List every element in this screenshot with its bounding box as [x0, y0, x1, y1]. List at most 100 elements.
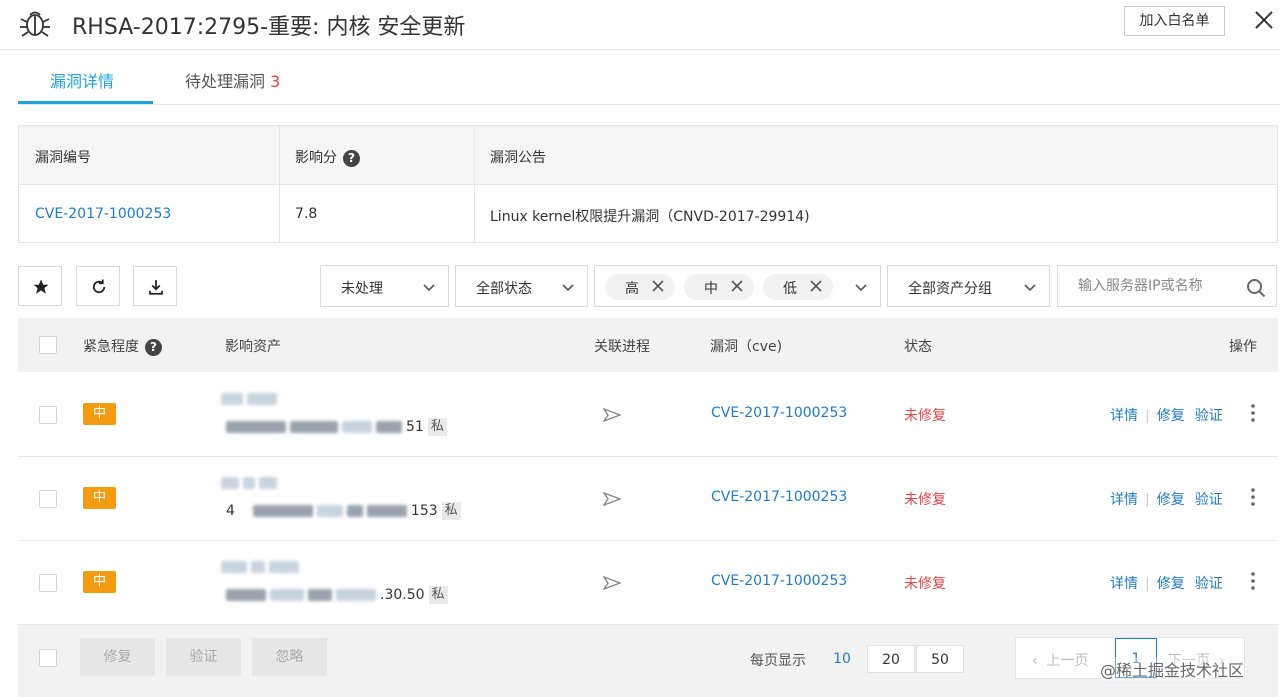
star-icon: [33, 279, 49, 294]
row-ops: 详情 | 修复 验证: [1110, 489, 1223, 509]
dialog-title: RHSA-2017:2795-重要: 内核 安全更新: [72, 15, 466, 40]
private-ip-badge: 私: [428, 586, 448, 604]
search-icon[interactable]: [1246, 278, 1266, 298]
page-size-10[interactable]: 10: [818, 645, 866, 673]
star-button[interactable]: [18, 266, 62, 306]
close-icon[interactable]: [1252, 8, 1276, 32]
verify-link[interactable]: 验证: [1195, 408, 1223, 424]
table-row: 中 4 153 私 CVE-2017-1000253 未修复 详情 | 修复 验证: [18, 457, 1278, 541]
fix-link[interactable]: 修复: [1157, 492, 1185, 508]
prev-page-button[interactable]: ‹ 上一页: [1032, 650, 1089, 670]
header-impact-score: 影响分?: [295, 147, 360, 167]
row-status: 未修复: [904, 408, 946, 424]
urgency-badge: 中: [83, 487, 116, 509]
chevron-down-icon: [1024, 284, 1036, 292]
bulk-verify-button[interactable]: 验证: [166, 638, 241, 676]
footer-select-all-checkbox[interactable]: [39, 649, 57, 667]
help-icon[interactable]: ?: [145, 338, 162, 356]
chevron-down-icon: [855, 284, 867, 292]
vuln-grid-header: 紧急程度? 影响资产 关联进程 漏洞（cve) 状态 操作: [18, 318, 1278, 372]
row-ops: 详情 | 修复 验证: [1110, 573, 1223, 593]
col-status: 状态: [904, 339, 932, 355]
row-checkbox[interactable]: [39, 490, 57, 508]
vuln-notice-text: Linux kernel权限提升漏洞（CNVD-2017-29914): [490, 209, 810, 225]
level-multiselect[interactable]: 高 中 低: [594, 265, 881, 307]
op-separator: |: [1145, 576, 1150, 592]
detail-link[interactable]: 详情: [1110, 408, 1138, 424]
level-tag-high[interactable]: 高: [605, 274, 675, 300]
row-status: 未修复: [904, 492, 946, 508]
col-cve: 漏洞（cve): [710, 339, 783, 355]
level-tag-label: 中: [704, 281, 718, 297]
asset-ip: .30.50 私: [226, 586, 448, 604]
asset-group-select[interactable]: 全部资产分组: [887, 265, 1050, 307]
process-link-icon[interactable]: [603, 491, 621, 507]
download-button[interactable]: [133, 266, 177, 306]
tab-vuln-detail[interactable]: 漏洞详情: [50, 68, 114, 92]
tab-bar: 漏洞详情 待处理漏洞 3: [18, 52, 1280, 105]
process-state-value: 未处理: [341, 281, 383, 297]
remove-tag-icon[interactable]: [651, 279, 665, 293]
chevron-down-icon: [423, 284, 435, 292]
status-select[interactable]: 全部状态: [455, 265, 588, 307]
bulk-fix-button[interactable]: 修复: [80, 638, 155, 676]
asset-name-redacted: [221, 393, 277, 407]
process-link-icon[interactable]: [603, 407, 621, 423]
refresh-icon: [92, 279, 106, 294]
header-vuln-notice: 漏洞公告: [490, 150, 546, 166]
row-status: 未修复: [904, 576, 946, 592]
cve-link[interactable]: CVE-2017-1000253: [35, 206, 171, 222]
page-size-20[interactable]: 20: [867, 645, 915, 673]
add-whitelist-button[interactable]: 加入白名单: [1124, 6, 1225, 36]
active-tab-indicator: [18, 101, 153, 104]
remove-tag-icon[interactable]: [730, 279, 744, 293]
urgency-badge: 中: [83, 403, 116, 425]
detail-link[interactable]: 详情: [1110, 492, 1138, 508]
more-options-icon[interactable]: [1250, 403, 1256, 423]
level-tag-medium[interactable]: 中: [684, 274, 754, 300]
row-cve-link[interactable]: CVE-2017-1000253: [711, 573, 847, 589]
per-page-label: 每页显示: [750, 653, 806, 669]
asset-name-redacted: [221, 561, 299, 575]
impact-score-value: 7.8: [295, 206, 318, 222]
prev-page-label: 上一页: [1046, 653, 1089, 669]
verify-link[interactable]: 验证: [1195, 576, 1223, 592]
select-all-checkbox[interactable]: [39, 336, 57, 354]
chevron-down-icon: [562, 284, 574, 292]
process-link-icon[interactable]: [603, 575, 621, 591]
verify-link[interactable]: 验证: [1195, 492, 1223, 508]
server-search-input[interactable]: [1078, 276, 1238, 296]
tab-pending-label: 待处理漏洞: [185, 72, 266, 91]
info-table-header: [19, 126, 1277, 185]
row-cve-link[interactable]: CVE-2017-1000253: [711, 405, 847, 421]
fix-link[interactable]: 修复: [1157, 576, 1185, 592]
refresh-button[interactable]: [76, 266, 120, 306]
status-select-value: 全部状态: [476, 281, 532, 297]
row-ops: 详情 | 修复 验证: [1110, 405, 1223, 425]
process-state-select[interactable]: 未处理: [320, 265, 449, 307]
asset-group-value: 全部资产分组: [908, 281, 992, 297]
remove-tag-icon[interactable]: [809, 279, 823, 293]
level-tag-low[interactable]: 低: [763, 274, 833, 300]
row-checkbox[interactable]: [39, 406, 57, 424]
watermark: @稀土掘金技术社区: [1100, 657, 1245, 681]
pending-count-badge: 3: [270, 72, 281, 91]
asset-ip-suffix: 153: [410, 503, 438, 519]
detail-link[interactable]: 详情: [1110, 576, 1138, 592]
asset-ip: 51 私: [226, 418, 447, 436]
private-ip-badge: 私: [441, 502, 461, 520]
more-options-icon[interactable]: [1250, 571, 1256, 591]
asset-ip-prefix: 4: [226, 503, 235, 519]
tab-pending-vulns[interactable]: 待处理漏洞 3: [185, 68, 280, 92]
col-asset: 影响资产: [225, 339, 281, 355]
row-cve-link[interactable]: CVE-2017-1000253: [711, 489, 847, 505]
fix-link[interactable]: 修复: [1157, 408, 1185, 424]
asset-ip-suffix: .30.50: [380, 587, 425, 603]
grid-footer: 修复 验证 忽略 每页显示 10 20 50 ‹ 上一页 1 下一页 ›: [18, 625, 1278, 697]
more-options-icon[interactable]: [1250, 487, 1256, 507]
help-icon[interactable]: ?: [343, 149, 360, 167]
row-checkbox[interactable]: [39, 574, 57, 592]
column-divider: [279, 126, 280, 242]
page-size-50[interactable]: 50: [916, 645, 964, 673]
bulk-ignore-button[interactable]: 忽略: [252, 638, 327, 676]
